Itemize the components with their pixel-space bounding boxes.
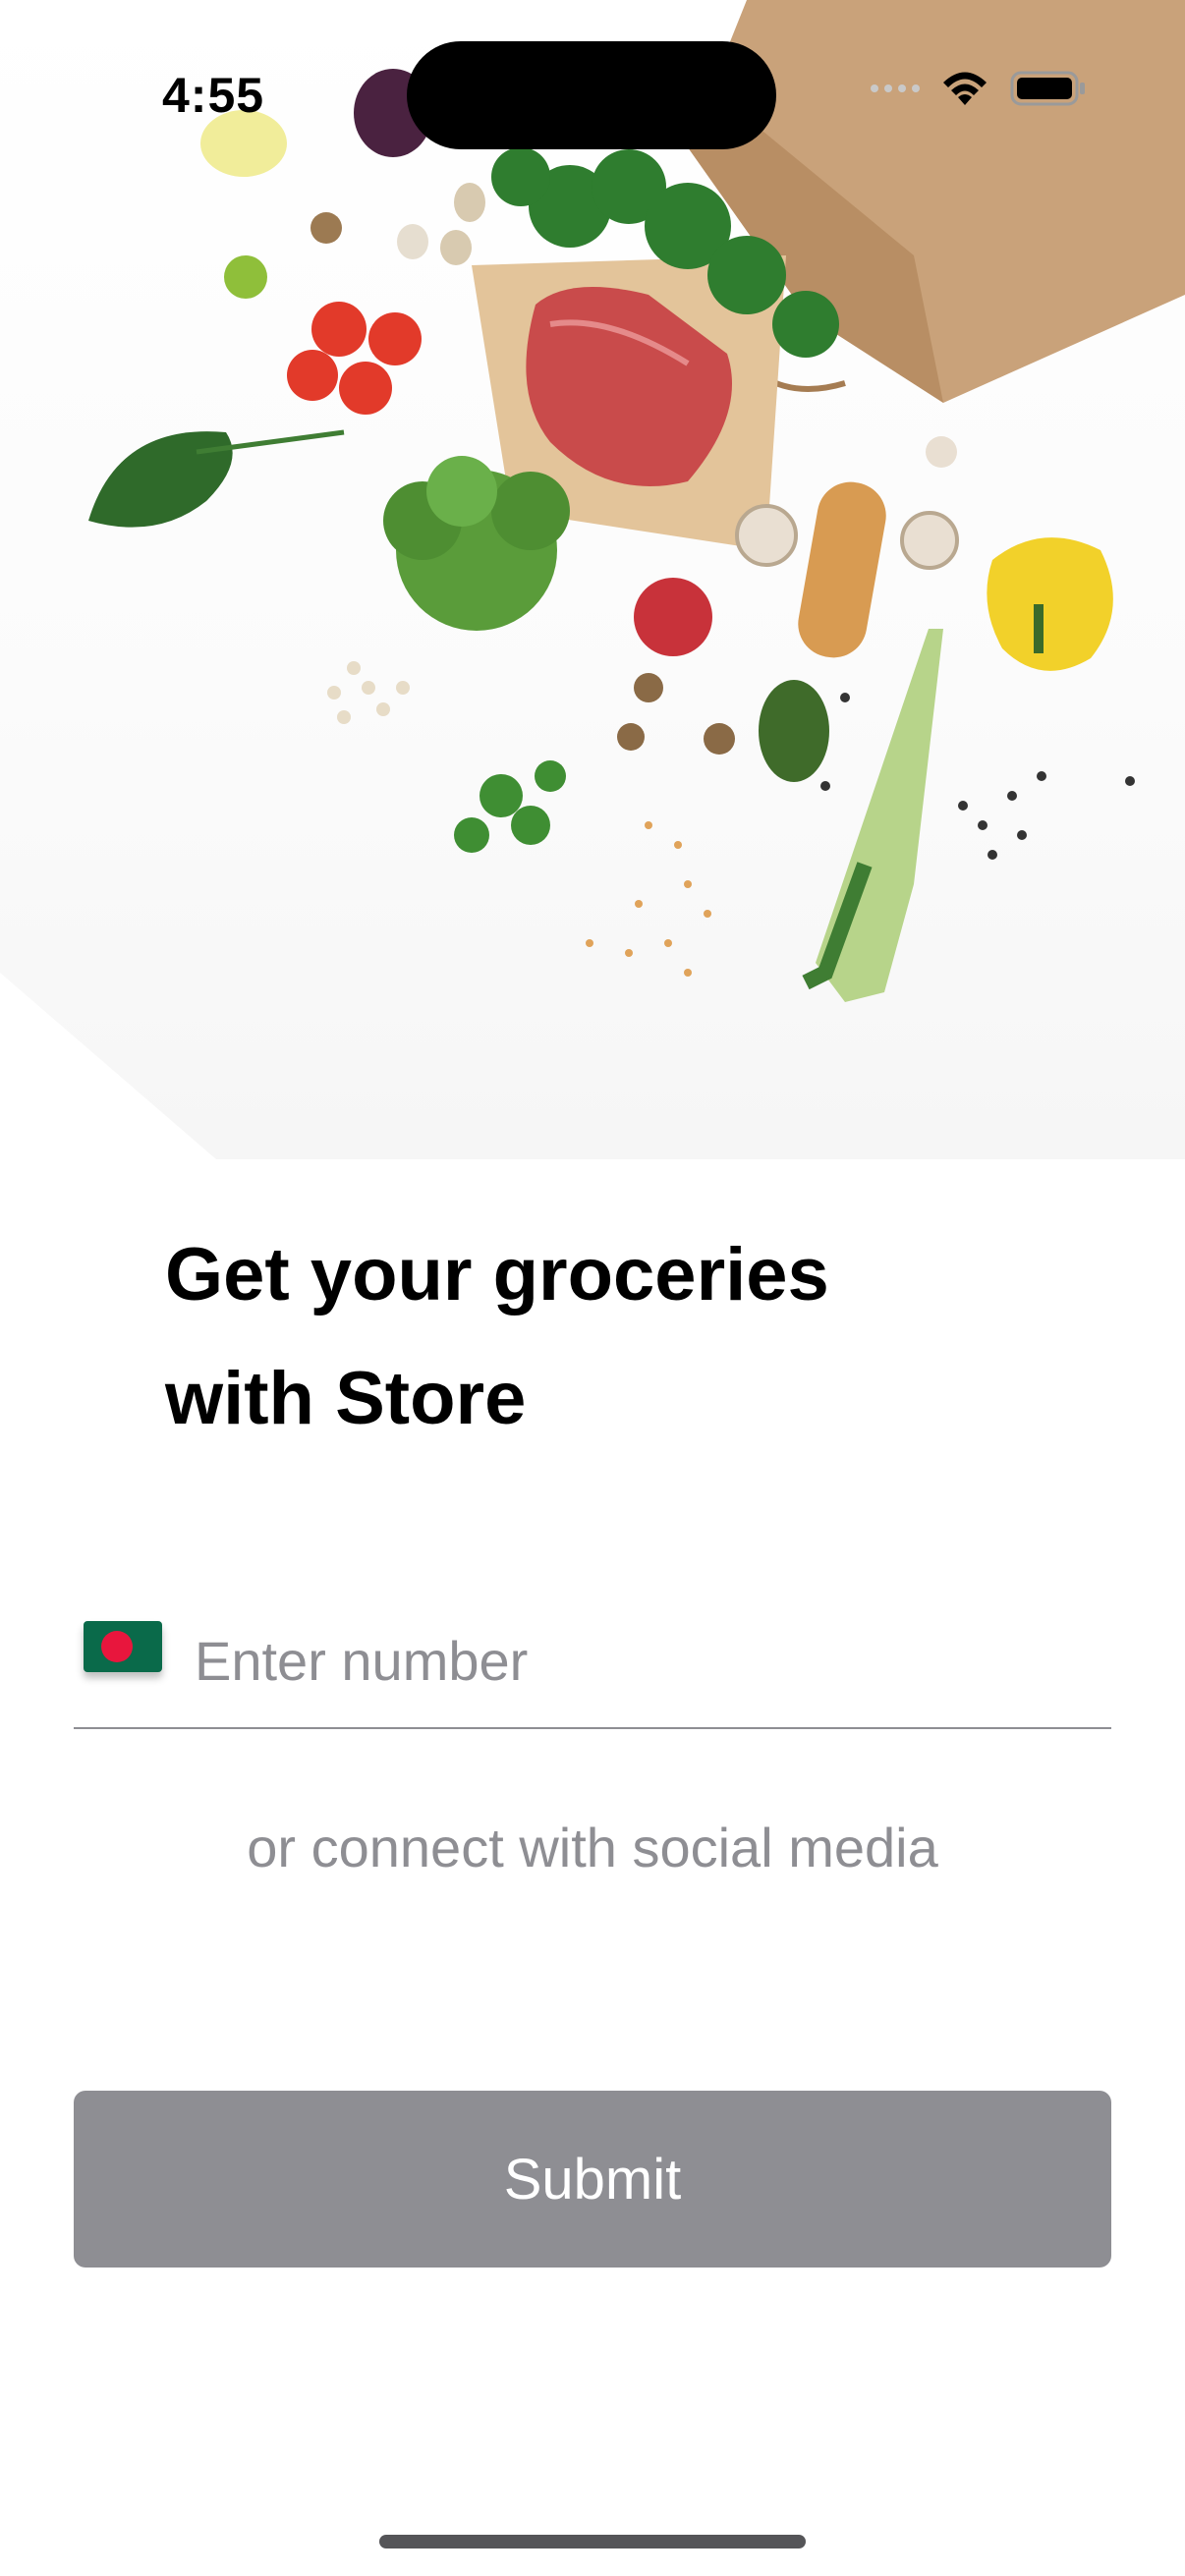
submit-button-label: Submit bbox=[503, 2147, 682, 2212]
bangladesh-flag-icon[interactable] bbox=[84, 1621, 162, 1672]
connect-social-media-link[interactable]: or connect with social media bbox=[0, 1816, 1185, 1879]
submit-button[interactable]: Submit bbox=[74, 2091, 1111, 2268]
status-icons bbox=[871, 69, 1087, 108]
title-line-2: with Store bbox=[165, 1357, 527, 1440]
dynamic-island bbox=[407, 41, 776, 149]
wifi-icon bbox=[943, 72, 987, 105]
page-title: Get your groceries with Store bbox=[165, 1213, 1049, 1461]
cellular-signal-icon bbox=[871, 84, 920, 92]
title-line-1: Get your groceries bbox=[165, 1233, 829, 1316]
phone-number-row bbox=[74, 1611, 1111, 1729]
status-time: 4:55 bbox=[162, 68, 265, 123]
home-indicator[interactable] bbox=[379, 2535, 806, 2548]
battery-icon bbox=[1010, 71, 1085, 106]
status-bar: 4:55 bbox=[0, 0, 1185, 187]
phone-number-input[interactable] bbox=[195, 1611, 1099, 1709]
